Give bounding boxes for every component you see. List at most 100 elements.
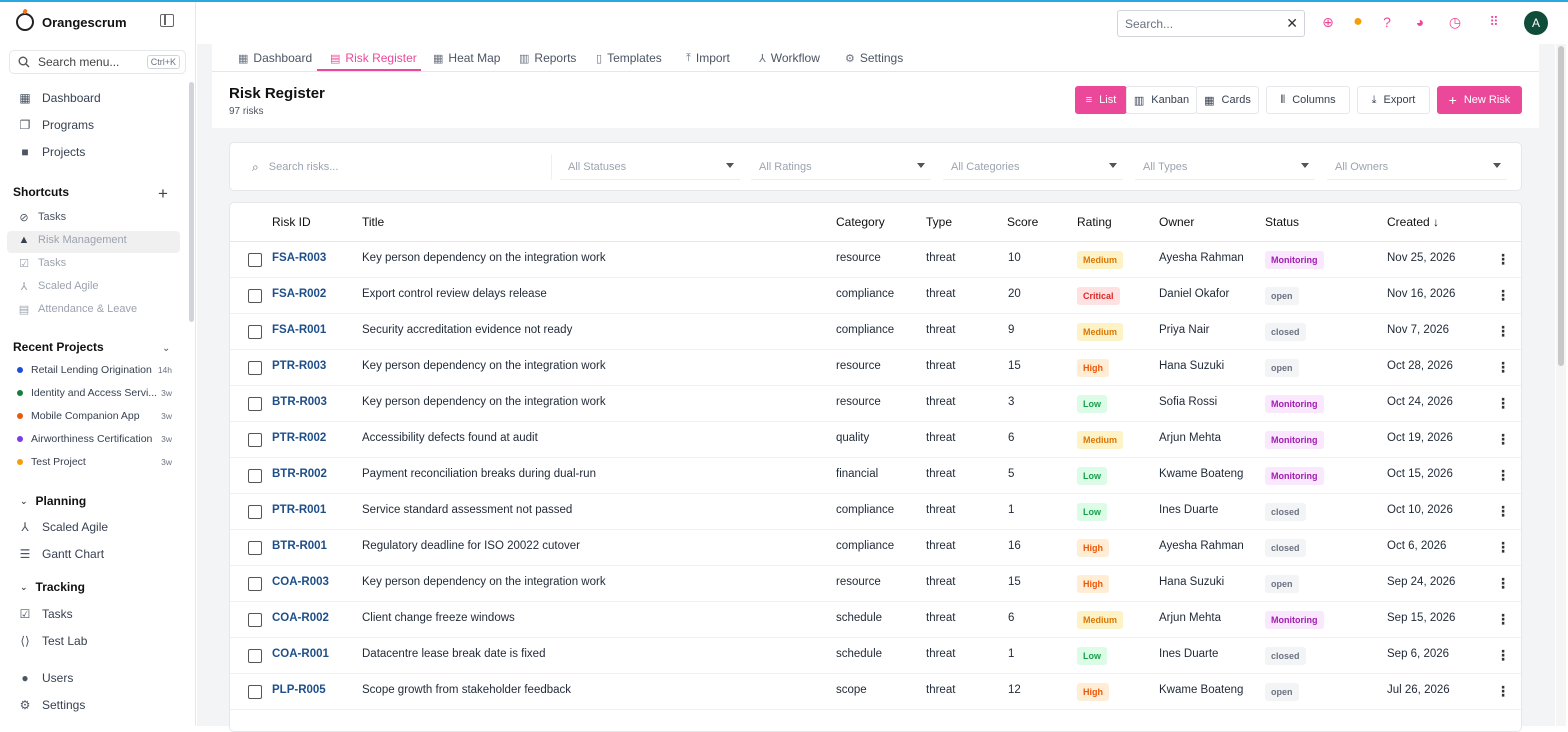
tab-dashboard[interactable]: ▦ Dashboard: [238, 44, 312, 72]
sidebar-item-settings[interactable]: ⚙ Settings: [18, 695, 86, 715]
risk-title[interactable]: Payment reconciliation breaks during dua…: [362, 468, 596, 480]
table-row[interactable]: BTR-R002 Payment reconciliation breaks du…: [230, 458, 1521, 494]
risk-title[interactable]: Regulatory deadline for ISO 20022 cutove…: [362, 540, 580, 552]
column-header-title[interactable]: Title: [362, 215, 384, 229]
table-row[interactable]: FSA-R003 Key person dependency on the int…: [230, 242, 1521, 278]
recent-project[interactable]: Airworthiness Certification 3w: [17, 431, 172, 447]
add-circle-icon[interactable]: ⊕: [1320, 14, 1336, 30]
risk-title[interactable]: Export control review delays release: [362, 288, 547, 300]
brand[interactable]: Orangescrum: [16, 12, 127, 32]
help-icon[interactable]: ?: [1379, 14, 1395, 30]
add-shortcut-icon[interactable]: +: [158, 185, 168, 202]
row-checkbox[interactable]: [248, 685, 262, 699]
column-header-rating[interactable]: Rating: [1077, 215, 1112, 229]
table-row[interactable]: PTR-R003 Key person dependency on the int…: [230, 350, 1521, 386]
risk-title[interactable]: Client change freeze windows: [362, 612, 515, 624]
recent-project[interactable]: Identity and Access Servi... 3w: [17, 385, 172, 401]
row-actions-icon[interactable]: ⋮: [1496, 432, 1510, 446]
row-checkbox[interactable]: [248, 289, 262, 303]
row-actions-icon[interactable]: ⋮: [1496, 360, 1510, 374]
risk-title[interactable]: Key person dependency on the integration…: [362, 252, 606, 264]
sidebar-item-tasks[interactable]: ☑ Tasks: [18, 604, 73, 624]
risk-title[interactable]: Service standard assessment not passed: [362, 504, 572, 516]
table-row[interactable]: BTR-R003 Key person dependency on the int…: [230, 386, 1521, 422]
risk-id-link[interactable]: PTR-R003: [272, 360, 326, 372]
status-filter[interactable]: All Statuses: [560, 154, 740, 180]
category-filter[interactable]: All Categories: [943, 154, 1123, 180]
column-header-created[interactable]: Created ↓: [1387, 215, 1439, 229]
risk-id-link[interactable]: COA-R002: [272, 612, 329, 624]
row-actions-icon[interactable]: ⋮: [1496, 468, 1510, 482]
row-actions-icon[interactable]: ⋮: [1496, 540, 1510, 554]
risk-id-link[interactable]: PTR-R002: [272, 432, 326, 444]
avatar[interactable]: A: [1524, 11, 1548, 35]
column-header-owner[interactable]: Owner: [1159, 215, 1194, 229]
view-cards-button[interactable]: ▦ Cards: [1196, 86, 1259, 114]
sidebar-item-test-lab[interactable]: ⟨⟩ Test Lab: [18, 631, 87, 651]
apps-grid-icon[interactable]: ⠿: [1486, 14, 1502, 30]
tracking-group[interactable]: ⌄ Tracking: [20, 579, 85, 595]
risk-id-link[interactable]: FSA-R001: [272, 324, 326, 336]
row-actions-icon[interactable]: ⋮: [1496, 576, 1510, 590]
row-actions-icon[interactable]: ⋮: [1496, 504, 1510, 518]
row-checkbox[interactable]: [248, 433, 262, 447]
risk-title[interactable]: Accessibility defects found at audit: [362, 432, 538, 444]
risk-id-link[interactable]: FSA-R002: [272, 288, 326, 300]
shortcut-attendance[interactable]: ▤ Attendance & Leave: [18, 300, 137, 318]
table-row[interactable]: COA-R002 Client change freeze windows sche…: [230, 602, 1521, 638]
row-checkbox[interactable]: [248, 361, 262, 375]
shortcut-risk-management[interactable]: ▲ Risk Management: [18, 231, 127, 249]
recent-project[interactable]: Test Project 3w: [17, 454, 172, 470]
clear-search-icon[interactable]: ✕: [1286, 15, 1298, 32]
risk-title[interactable]: Key person dependency on the integration…: [362, 360, 606, 372]
row-checkbox[interactable]: [248, 469, 262, 483]
tab-workflow[interactable]: ⅄ Workflow: [759, 44, 820, 72]
row-actions-icon[interactable]: ⋮: [1496, 288, 1510, 302]
column-header-status[interactable]: Status: [1265, 215, 1299, 229]
risk-search-input[interactable]: ⌕ Search risks...: [240, 154, 552, 180]
row-checkbox[interactable]: [248, 613, 262, 627]
table-row[interactable]: FSA-R002 Export control review delays rel…: [230, 278, 1521, 314]
tab-risk-register[interactable]: ▤ Risk Register: [330, 44, 417, 72]
sidebar-item-users[interactable]: ● Users: [18, 668, 73, 688]
column-header-score[interactable]: Score: [1007, 215, 1038, 229]
risk-id-link[interactable]: PTR-R001: [272, 504, 326, 516]
row-actions-icon[interactable]: ⋮: [1496, 684, 1510, 698]
tab-import[interactable]: ⤒ Import: [686, 44, 730, 72]
page-scrollbar[interactable]: [1556, 44, 1566, 726]
type-filter[interactable]: All Types: [1135, 154, 1315, 180]
sidebar-item-dashboard[interactable]: ▦ Dashboard: [18, 88, 100, 108]
risk-title[interactable]: Key person dependency on the integration…: [362, 396, 606, 408]
row-actions-icon[interactable]: ⋮: [1496, 396, 1510, 410]
sidebar-item-scaled-agile[interactable]: ⅄ Scaled Agile: [18, 517, 108, 537]
clock-icon[interactable]: ◷: [1447, 14, 1463, 30]
global-search-input[interactable]: Search... ✕: [1117, 10, 1305, 37]
risk-title[interactable]: Scope growth from stakeholder feedback: [362, 684, 571, 696]
risk-id-link[interactable]: COA-R003: [272, 576, 329, 588]
columns-button[interactable]: ⦀ Columns: [1266, 86, 1350, 114]
chevron-down-icon[interactable]: ⌄: [162, 343, 170, 354]
row-actions-icon[interactable]: ⋮: [1496, 252, 1510, 266]
table-row[interactable]: PLP-R005 Scope growth from stakeholder fe…: [230, 674, 1521, 710]
risk-id-link[interactable]: FSA-R003: [272, 252, 326, 264]
owner-filter[interactable]: All Owners: [1327, 154, 1507, 180]
column-header-type[interactable]: Type: [926, 215, 952, 229]
table-row[interactable]: COA-R003 Key person dependency on the int…: [230, 566, 1521, 602]
column-header-id[interactable]: Risk ID: [272, 215, 311, 229]
row-checkbox[interactable]: [248, 253, 262, 267]
new-risk-button[interactable]: + New Risk: [1437, 86, 1522, 114]
scrollbar-thumb[interactable]: [1558, 46, 1564, 366]
risk-id-link[interactable]: COA-R001: [272, 648, 329, 660]
palette-icon[interactable]: ◕: [1412, 14, 1428, 30]
row-checkbox[interactable]: [248, 325, 262, 339]
recent-project[interactable]: Retail Lending Origination 14h: [17, 362, 172, 378]
shortcut-tasks-2[interactable]: ☑ Tasks: [18, 254, 66, 272]
risk-id-link[interactable]: BTR-R003: [272, 396, 327, 408]
column-header-category[interactable]: Category: [836, 215, 885, 229]
shortcut-scaled-agile[interactable]: ⅄ Scaled Agile: [18, 277, 99, 295]
risk-title[interactable]: Security accreditation evidence not read…: [362, 324, 572, 336]
row-checkbox[interactable]: [248, 541, 262, 555]
row-checkbox[interactable]: [248, 397, 262, 411]
tab-reports[interactable]: ▥ Reports: [519, 44, 576, 72]
risk-id-link[interactable]: BTR-R002: [272, 468, 327, 480]
